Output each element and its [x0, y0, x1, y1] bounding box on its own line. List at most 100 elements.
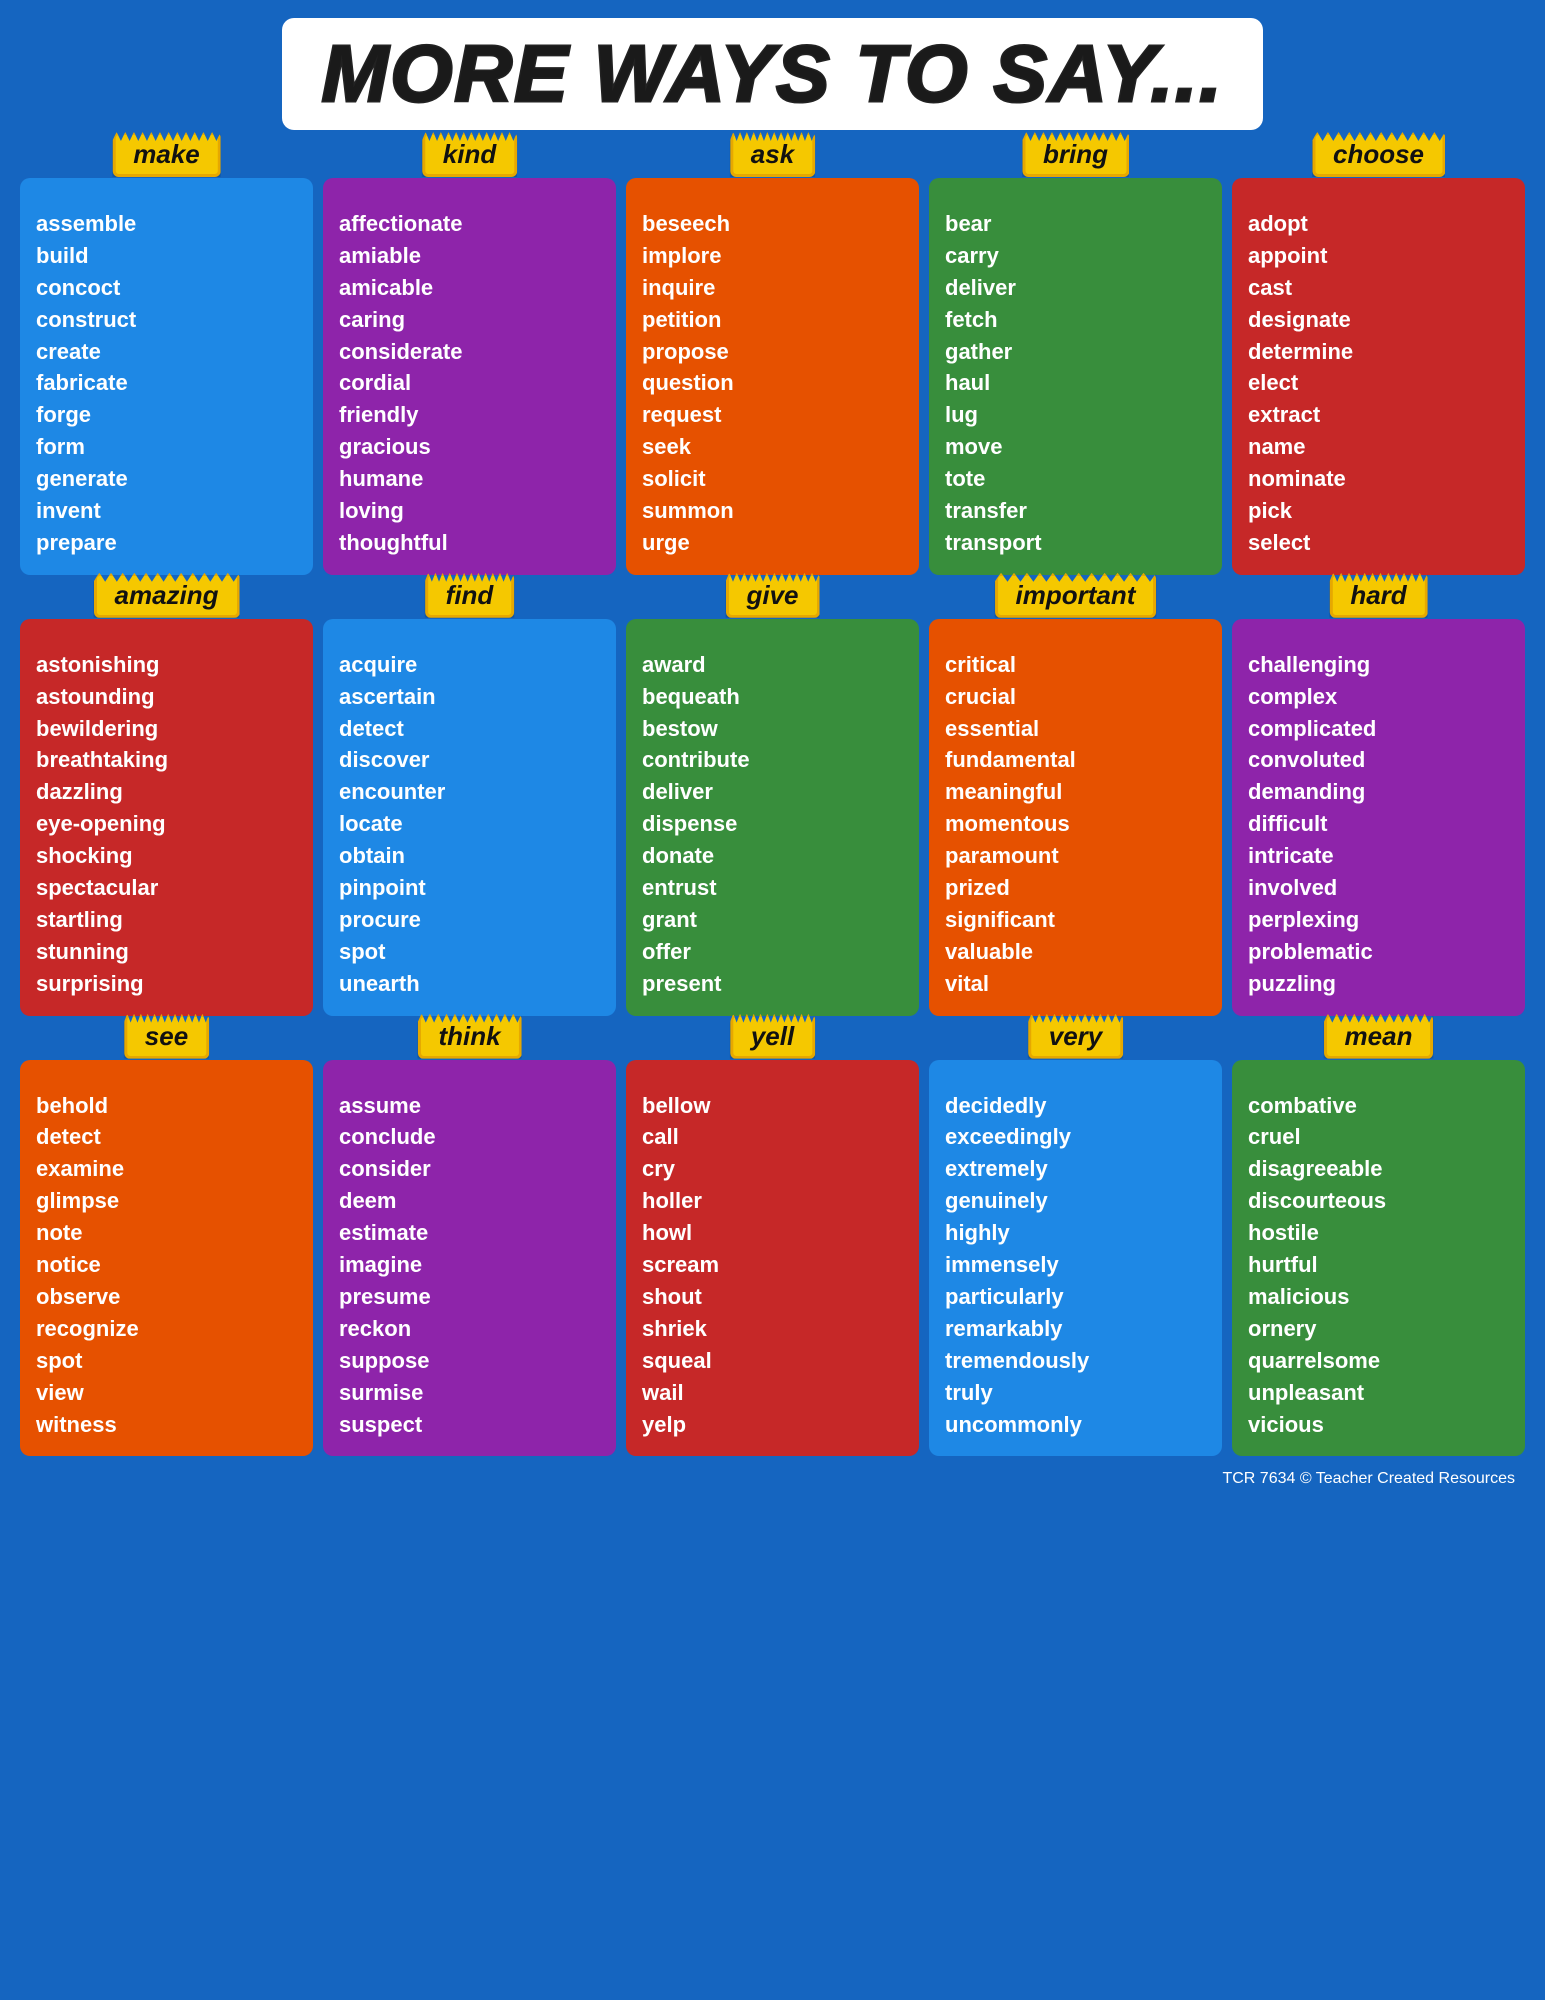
list-item: inquire [642, 272, 903, 304]
list-item: move [945, 431, 1206, 463]
list-item: fetch [945, 304, 1206, 336]
word-list-kind: affectionateamiableamicablecaringconside… [339, 208, 600, 559]
list-item: difficult [1248, 808, 1509, 840]
list-item: complicated [1248, 713, 1509, 745]
list-item: contribute [642, 744, 903, 776]
list-item: present [642, 968, 903, 1000]
col-bring: bringbearcarrydeliverfetchgatherhaullugm… [929, 150, 1222, 575]
list-item: request [642, 399, 903, 431]
list-item: note [36, 1217, 297, 1249]
list-item: amiable [339, 240, 600, 272]
list-item: petition [642, 304, 903, 336]
list-item: exceedingly [945, 1121, 1206, 1153]
col-header-hard: hard [1329, 573, 1427, 618]
col-very: verydecidedlyexceedinglyextremelygenuine… [929, 1032, 1222, 1457]
list-item: lug [945, 399, 1206, 431]
list-item: award [642, 649, 903, 681]
list-item: generate [36, 463, 297, 495]
list-item: beseech [642, 208, 903, 240]
list-item: obtain [339, 840, 600, 872]
col-body-important: criticalcrucialessentialfundamentalmeani… [929, 619, 1222, 1016]
col-body-give: awardbequeathbestowcontributedeliverdisp… [626, 619, 919, 1016]
list-item: carry [945, 240, 1206, 272]
col-make: makeassemblebuildconcoctconstructcreatef… [20, 150, 313, 575]
col-header-think: think [417, 1014, 521, 1059]
list-item: ascertain [339, 681, 600, 713]
word-list-bring: bearcarrydeliverfetchgatherhaullugmoveto… [945, 208, 1206, 559]
list-item: puzzling [1248, 968, 1509, 1000]
list-item: donate [642, 840, 903, 872]
list-item: entrust [642, 872, 903, 904]
list-item: ornery [1248, 1313, 1509, 1345]
list-item: genuinely [945, 1185, 1206, 1217]
list-item: adopt [1248, 208, 1509, 240]
row-3: seebeholddetectexamineglimpsenotenoticeo… [20, 1032, 1525, 1457]
list-item: scream [642, 1249, 903, 1281]
list-item: challenging [1248, 649, 1509, 681]
list-item: acquire [339, 649, 600, 681]
list-item: assemble [36, 208, 297, 240]
list-item: remarkably [945, 1313, 1206, 1345]
list-item: grant [642, 904, 903, 936]
list-item: witness [36, 1409, 297, 1441]
list-item: significant [945, 904, 1206, 936]
list-item: consider [339, 1153, 600, 1185]
list-item: detect [339, 713, 600, 745]
list-item: transfer [945, 495, 1206, 527]
col-header-ask: ask [730, 132, 815, 177]
list-item: view [36, 1377, 297, 1409]
col-important: importantcriticalcrucialessentialfundame… [929, 591, 1222, 1016]
col-body-yell: bellowcallcryhollerhowlscreamshoutshriek… [626, 1060, 919, 1457]
list-item: shocking [36, 840, 297, 872]
list-item: urge [642, 527, 903, 559]
list-item: squeal [642, 1345, 903, 1377]
list-item: unpleasant [1248, 1377, 1509, 1409]
list-item: fundamental [945, 744, 1206, 776]
list-item: propose [642, 336, 903, 368]
word-list-very: decidedlyexceedinglyextremelygenuinelyhi… [945, 1090, 1206, 1441]
col-body-mean: combativecrueldisagreeablediscourteousho… [1232, 1060, 1525, 1457]
list-item: select [1248, 527, 1509, 559]
list-item: intricate [1248, 840, 1509, 872]
list-item: loving [339, 495, 600, 527]
list-item: considerate [339, 336, 600, 368]
word-list-important: criticalcrucialessentialfundamentalmeani… [945, 649, 1206, 1000]
col-header-amazing: amazing [93, 573, 239, 618]
list-item: bestow [642, 713, 903, 745]
list-item: perplexing [1248, 904, 1509, 936]
list-item: highly [945, 1217, 1206, 1249]
list-item: observe [36, 1281, 297, 1313]
list-item: hostile [1248, 1217, 1509, 1249]
list-item: deem [339, 1185, 600, 1217]
list-item: problematic [1248, 936, 1509, 968]
list-item: prized [945, 872, 1206, 904]
list-item: forge [36, 399, 297, 431]
row-2: amazingastonishingastoundingbewilderingb… [20, 591, 1525, 1016]
list-item: presume [339, 1281, 600, 1313]
list-item: yelp [642, 1409, 903, 1441]
list-item: dispense [642, 808, 903, 840]
list-item: truly [945, 1377, 1206, 1409]
list-item: howl [642, 1217, 903, 1249]
list-item: question [642, 367, 903, 399]
grid-container: makeassemblebuildconcoctconstructcreatef… [20, 150, 1525, 1456]
list-item: recognize [36, 1313, 297, 1345]
list-item: imagine [339, 1249, 600, 1281]
list-item: examine [36, 1153, 297, 1185]
col-ask: askbeseechimploreinquirepetitionproposeq… [626, 150, 919, 575]
list-item: shout [642, 1281, 903, 1313]
list-item: vital [945, 968, 1206, 1000]
row-1: makeassemblebuildconcoctconstructcreatef… [20, 150, 1525, 575]
list-item: particularly [945, 1281, 1206, 1313]
list-item: amicable [339, 272, 600, 304]
list-item: gracious [339, 431, 600, 463]
list-item: summon [642, 495, 903, 527]
list-item: spectacular [36, 872, 297, 904]
list-item: cast [1248, 272, 1509, 304]
word-list-yell: bellowcallcryhollerhowlscreamshoutshriek… [642, 1090, 903, 1441]
list-item: unearth [339, 968, 600, 1000]
list-item: call [642, 1121, 903, 1153]
list-item: momentous [945, 808, 1206, 840]
col-header-find: find [425, 573, 515, 618]
col-body-ask: beseechimploreinquirepetitionproposeques… [626, 178, 919, 575]
